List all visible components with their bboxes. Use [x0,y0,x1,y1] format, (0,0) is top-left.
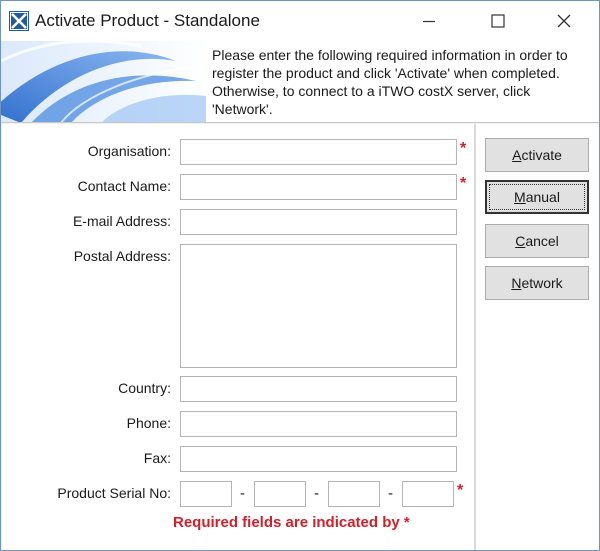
email-field[interactable] [180,209,457,235]
banner-instructions: Please enter the following required info… [212,47,568,117]
activate-button-accel: A [512,147,522,163]
serial-separator: - [388,485,393,502]
header-banner: Please enter the following required info… [1,41,599,123]
cancel-button[interactable]: Cancel [485,224,589,258]
maximize-button[interactable] [475,1,521,41]
phone-field[interactable] [180,411,457,437]
country-field[interactable] [180,376,457,402]
serial-separator: - [240,485,245,502]
required-marker: * [457,482,464,499]
contact-name-label: Contact Name: [77,178,171,194]
window-title: Activate Product - Standalone [35,11,260,30]
app-icon [9,11,29,31]
network-button-label: etwork [521,275,563,291]
maximize-icon [491,14,505,28]
activate-button[interactable]: Activate [485,138,589,172]
close-icon [557,14,571,28]
required-marker: * [460,175,467,192]
cancel-button-accel: C [515,233,526,249]
activate-product-dialog: Activate Product - Standalone Please ent… [0,0,600,551]
organisation-field[interactable] [180,139,457,165]
serial-part-1-field[interactable] [180,481,232,507]
cancel-button-label: ancel [525,233,559,249]
close-button[interactable] [541,1,587,41]
focus-ring [489,184,585,210]
fax-label: Fax: [143,450,171,466]
network-button[interactable]: Network [485,266,589,300]
fax-field[interactable] [180,446,457,472]
minimize-icon [423,20,435,23]
country-label: Country: [118,380,171,396]
serial-separator: - [314,485,319,502]
activate-button-label: ctivate [521,147,562,163]
serial-part-2-field[interactable] [254,481,306,507]
required-fields-note: Required fields are indicated by * [173,514,410,531]
manual-button[interactable]: Manual [485,180,589,214]
serial-part-4-field[interactable] [402,481,454,507]
banner-swoosh-graphic [1,41,206,122]
organisation-label: Organisation: [87,143,171,159]
required-marker: * [460,140,467,157]
serial-part-3-field[interactable] [328,481,380,507]
postal-address-field[interactable] [180,244,457,368]
phone-label: Phone: [126,415,171,431]
serial-number-label: Product Serial No: [57,485,171,501]
minimize-button[interactable] [406,1,452,41]
title-bar[interactable]: Activate Product - Standalone [1,1,599,41]
email-label: E-mail Address: [72,213,171,229]
contact-name-field[interactable] [180,174,457,200]
network-button-accel: N [511,275,522,291]
postal-address-label: Postal Address: [73,248,171,264]
